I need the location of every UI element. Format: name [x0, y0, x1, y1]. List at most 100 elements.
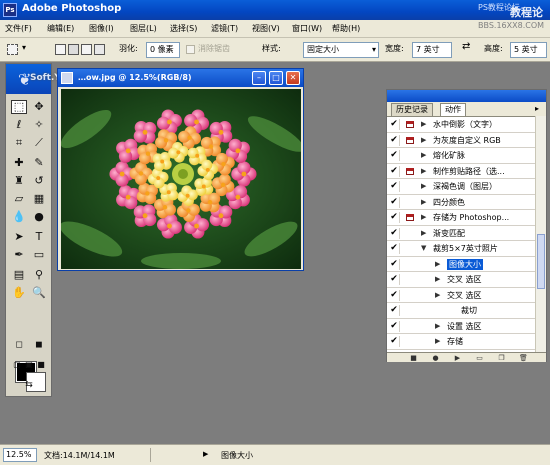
toggle-checkmark-icon[interactable]: ✔ [389, 134, 400, 146]
action-row[interactable]: ✔ ▶ 图像大小 [387, 257, 535, 272]
type-tool-icon[interactable]: T [31, 230, 47, 244]
toggle-checkmark-icon[interactable]: ✔ [389, 227, 400, 239]
dialog-toggle-icon[interactable] [404, 150, 415, 161]
dialog-toggle-icon[interactable] [404, 119, 415, 130]
dialog-toggle-icon[interactable] [404, 259, 415, 270]
toggle-checkmark-icon[interactable]: ✔ [389, 165, 400, 177]
play-icon[interactable]: ▶ [453, 354, 462, 362]
toggle-checkmark-icon[interactable]: ✔ [389, 243, 400, 254]
collapsed-triangle-icon[interactable]: ▶ [421, 213, 426, 221]
notes-tool-icon[interactable]: ▤ [11, 268, 27, 282]
screen-mode-full-icon[interactable]: ■ [33, 358, 49, 372]
collapsed-triangle-icon[interactable]: ▶ [421, 182, 426, 190]
action-row[interactable]: ✔ ▼ 裁剪5×7英寸照片 [387, 241, 535, 257]
menu-select[interactable]: 选择(S) [170, 23, 197, 34]
action-row[interactable]: ✔ ▶ 水中倒影（文字） [387, 117, 535, 133]
collapsed-triangle-icon[interactable]: ▶ [421, 120, 426, 128]
action-row[interactable]: ✔ ▶ 深褐色调（图层） [387, 179, 535, 195]
action-row[interactable]: ✔ ▶ 存储 [387, 334, 535, 350]
toggle-checkmark-icon[interactable]: ✔ [389, 196, 400, 208]
new-selection-icon[interactable] [55, 44, 66, 55]
action-row[interactable]: ✔ ▶ 熔化矿脉 [387, 148, 535, 164]
action-row[interactable]: ✔ ▶ 交叉 选区 [387, 272, 535, 288]
toggle-checkmark-icon[interactable]: ✔ [389, 181, 400, 192]
standard-mode-icon[interactable]: ◻ [11, 338, 27, 352]
dialog-toggle-icon[interactable] [404, 135, 415, 146]
slice-tool-icon[interactable]: ⟋ [31, 136, 47, 150]
new-action-icon[interactable]: ❐ [497, 354, 506, 362]
collapsed-triangle-icon[interactable]: ▶ [435, 322, 440, 330]
expanded-triangle-icon[interactable]: ▼ [421, 244, 426, 252]
dialog-toggle-icon[interactable] [404, 274, 415, 285]
action-row[interactable]: ✔ ▶ 四分颜色 [387, 195, 535, 210]
tab-history[interactable]: 历史记录 [391, 103, 433, 116]
collapsed-triangle-icon[interactable]: ▶ [435, 260, 440, 268]
dodge-tool-icon[interactable]: ● [31, 210, 47, 224]
toggle-checkmark-icon[interactable]: ✔ [389, 336, 400, 347]
menu-image[interactable]: 图像(I) [89, 23, 114, 34]
stop-icon[interactable]: ■ [409, 354, 418, 362]
eraser-tool-icon[interactable]: ▱ [11, 192, 27, 206]
feather-input[interactable]: 0 像素 [146, 42, 180, 58]
document-canvas[interactable] [61, 89, 301, 269]
new-set-icon[interactable]: ▭ [475, 354, 484, 362]
hand-tool-icon[interactable]: ✋ [11, 286, 27, 300]
subtract-selection-icon[interactable] [81, 44, 92, 55]
dialog-toggle-icon[interactable] [404, 305, 415, 316]
dialog-toggle-icon[interactable] [404, 212, 415, 223]
dialog-toggle-icon[interactable] [404, 290, 415, 301]
pen-tool-icon[interactable]: ✒ [11, 248, 27, 262]
width-input[interactable]: 7 英寸 [412, 42, 452, 58]
toggle-checkmark-icon[interactable]: ✔ [389, 289, 400, 301]
toggle-checkmark-icon[interactable]: ✔ [389, 212, 400, 223]
swap-dimensions-icon[interactable]: ⇄ [462, 41, 470, 52]
history-brush-tool-icon[interactable]: ↺ [31, 174, 47, 188]
jump-to-imageready-icon[interactable]: ⇆ [21, 378, 37, 392]
dialog-toggle-icon[interactable] [404, 197, 415, 208]
collapsed-triangle-icon[interactable]: ▶ [435, 291, 440, 299]
menu-filter[interactable]: 滤镜(T) [211, 23, 238, 34]
document-titlebar[interactable]: …ow.jpg @ 12.5%(RGB/8) – □ ✕ [58, 69, 303, 87]
menu-layer[interactable]: 图层(L) [130, 23, 157, 34]
clone-stamp-tool-icon[interactable]: ♜ [11, 174, 27, 188]
scrollbar-thumb[interactable] [537, 234, 545, 289]
toggle-checkmark-icon[interactable]: ✔ [389, 305, 400, 316]
magic-wand-tool-icon[interactable]: ✧ [31, 118, 47, 132]
collapsed-triangle-icon[interactable]: ▶ [421, 151, 426, 159]
antialias-checkbox[interactable] [186, 45, 195, 54]
preset-dropdown-arrow-icon[interactable]: ▾ [22, 43, 26, 52]
marquee-tool-preset-icon[interactable] [7, 44, 18, 55]
dialog-toggle-icon[interactable] [404, 336, 415, 347]
minimize-button[interactable]: – [252, 71, 266, 85]
close-button[interactable]: ✕ [286, 71, 300, 85]
crop-tool-icon[interactable]: ⌗ [11, 136, 27, 150]
menu-window[interactable]: 窗口(W) [292, 23, 322, 34]
toggle-checkmark-icon[interactable]: ✔ [389, 119, 400, 130]
zoom-field[interactable]: 12.5% [3, 448, 37, 462]
blur-tool-icon[interactable]: 💧 [11, 210, 27, 224]
gradient-tool-icon[interactable]: ▦ [31, 192, 47, 206]
actions-scrollbar[interactable] [535, 116, 546, 352]
collapsed-triangle-icon[interactable]: ▶ [421, 198, 426, 206]
menu-view[interactable]: 视图(V) [252, 23, 280, 34]
toggle-checkmark-icon[interactable]: ✔ [389, 258, 400, 270]
menu-edit[interactable]: 编辑(E) [47, 23, 74, 34]
add-selection-icon[interactable] [68, 44, 79, 55]
style-select[interactable]: 固定大小 ▾ [303, 42, 379, 58]
panel-titlebar[interactable] [387, 90, 546, 102]
shape-tool-icon[interactable]: ▭ [31, 248, 47, 262]
action-row[interactable]: ✔ ▶ 渐变匹配 [387, 226, 535, 241]
rect-marquee-tool-icon[interactable]: ⬚ [11, 100, 27, 114]
eyedropper-tool-icon[interactable]: ⚲ [31, 268, 47, 282]
action-row[interactable]: ✔ 裁切 [387, 303, 535, 319]
maximize-button[interactable]: □ [269, 71, 283, 85]
collapsed-triangle-icon[interactable]: ▶ [421, 136, 426, 144]
intersect-selection-icon[interactable] [94, 44, 105, 55]
lasso-tool-icon[interactable]: ℓ [11, 118, 27, 132]
toggle-checkmark-icon[interactable]: ✔ [389, 274, 400, 285]
status-arrow-icon[interactable]: ▶ [203, 450, 208, 458]
dialog-toggle-icon[interactable] [404, 181, 415, 192]
height-input[interactable]: 5 英寸 [510, 42, 547, 58]
healing-brush-tool-icon[interactable]: ✚ [11, 156, 27, 170]
action-row[interactable]: ✔ ▶ 设置 选区 [387, 319, 535, 334]
